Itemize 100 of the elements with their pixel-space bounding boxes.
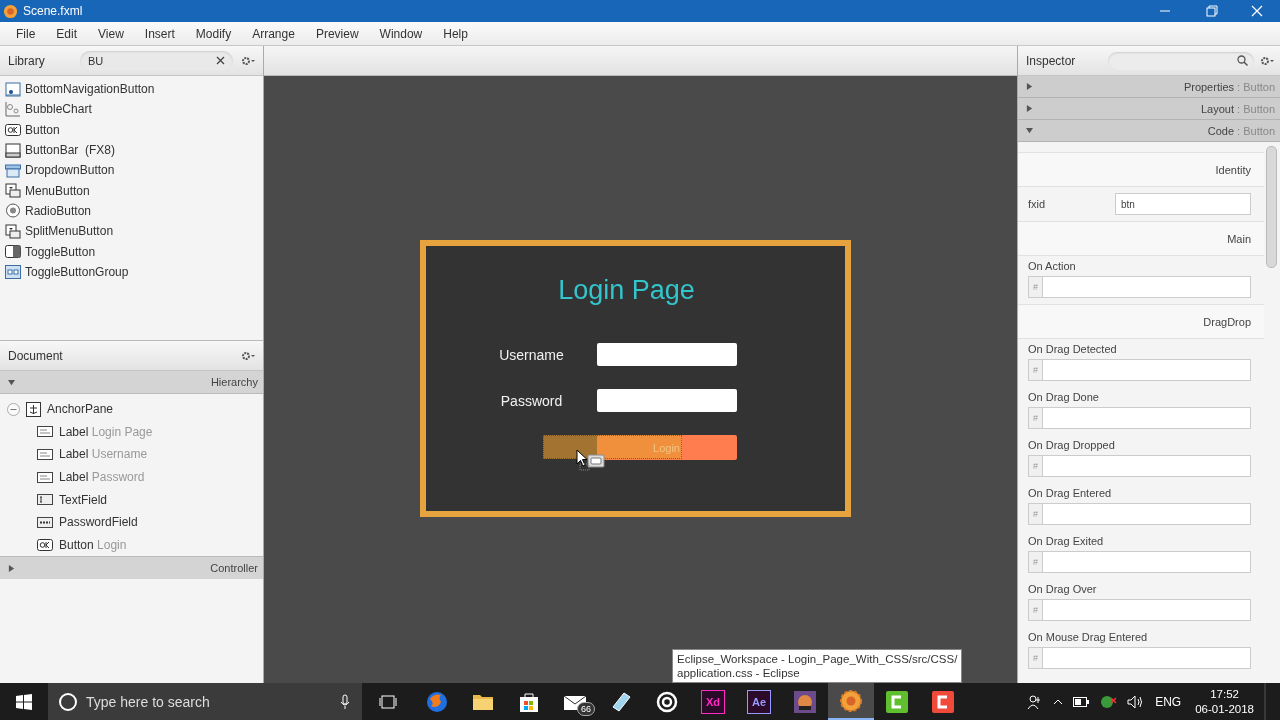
field-label: fxid <box>1028 198 1047 210</box>
hash-prefix: # <box>1029 360 1043 380</box>
menu-item[interactable]: File <box>6 26 46 41</box>
tree-item[interactable]: PasswordField <box>59 515 138 530</box>
settings-icon[interactable] <box>1260 55 1274 66</box>
clock-time[interactable]: 17:52 <box>1210 686 1239 702</box>
microphone-icon[interactable] <box>340 693 350 710</box>
input-field[interactable] <box>596 343 737 366</box>
notepad-icon[interactable] <box>610 690 632 713</box>
label-icon <box>37 449 53 460</box>
section-header: Main <box>1018 221 1264 256</box>
menu-button-icon <box>5 183 21 199</box>
section-bar[interactable]: Code : Button <box>1018 120 1280 142</box>
tooltip: Eclipse_Workspace - Login_Page_With_CSS/src/CSS/ application.css - Eclipse <box>672 649 963 683</box>
library-item[interactable]: DropdownButton <box>25 163 115 178</box>
count-badge: 66 <box>577 702 595 716</box>
panel-icon <box>5 142 21 158</box>
section-header: DragDrop <box>1018 304 1264 339</box>
collapse-icon[interactable] <box>7 402 20 416</box>
library-item[interactable]: ToggleButtonGroup <box>25 264 129 279</box>
section-bar[interactable]: Layout : Button <box>1018 98 1280 120</box>
menu-item[interactable]: Arrange <box>242 26 305 41</box>
tree-item[interactable]: Label Password <box>59 470 145 485</box>
library-item[interactable]: MenuButton <box>25 183 90 198</box>
search-icon[interactable] <box>1237 55 1248 66</box>
field-label: On Action <box>1028 260 1077 272</box>
drag-cursor-icon <box>575 449 606 471</box>
tree-item[interactable]: AnchorPane <box>47 402 114 417</box>
app-tile-icon[interactable]: Xd <box>701 689 725 714</box>
section-bar[interactable]: Hierarchy <box>0 371 263 394</box>
hash-prefix: # <box>1029 600 1043 620</box>
gear-logo-icon[interactable] <box>839 688 863 713</box>
hash-prefix: # <box>1029 456 1043 476</box>
field-label: Username <box>498 346 565 363</box>
menu-item[interactable]: Insert <box>134 26 185 41</box>
radio-icon <box>5 203 21 219</box>
library-item[interactable]: ToggleButton <box>25 244 96 259</box>
menu-item[interactable]: Help <box>433 26 478 41</box>
window-title: Scene.fxml <box>23 4 84 18</box>
task-view-icon[interactable] <box>379 693 397 710</box>
bag-icon[interactable] <box>519 690 539 713</box>
search-field[interactable] <box>1108 51 1254 70</box>
field-label: Password <box>499 392 564 409</box>
disclosure-arrow-icon[interactable] <box>8 564 15 572</box>
tree-item[interactable]: Button Login <box>59 537 127 552</box>
menu-item[interactable]: Preview <box>305 26 369 41</box>
settings-icon[interactable] <box>241 55 255 66</box>
library-item[interactable]: Button <box>25 122 60 137</box>
field-label: On Drag Exited <box>1028 535 1105 547</box>
text-field[interactable]: btn <box>1115 193 1251 215</box>
section-bar[interactable]: Properties : Button <box>1018 76 1280 98</box>
library-item[interactable]: BottomNavigationButton <box>25 82 155 97</box>
field-label: On Drag Detected <box>1028 343 1118 355</box>
taskbar-button[interactable] <box>828 683 874 720</box>
language-indicator[interactable]: ENG <box>1155 694 1182 709</box>
dropdown-icon <box>5 162 21 178</box>
section-bar[interactable]: Controller <box>0 556 263 580</box>
search-field[interactable]: Type here to search <box>48 683 362 720</box>
menu-item[interactable]: Modify <box>185 26 242 41</box>
hash-prefix: # <box>1029 408 1043 428</box>
field-label: On Drag Dropped <box>1028 439 1116 451</box>
app-tile-icon[interactable]: Ae <box>747 689 771 714</box>
clock-date[interactable]: 06-01-2018 <box>1195 701 1254 717</box>
password-field-icon <box>37 516 53 528</box>
chevron-up-icon[interactable] <box>1053 697 1064 706</box>
disclosure-arrow-icon[interactable] <box>8 378 15 386</box>
browser-icon[interactable] <box>426 690 448 713</box>
letter-c-icon[interactable] <box>885 689 909 714</box>
target-icon[interactable] <box>656 690 678 713</box>
label-icon <box>37 426 53 438</box>
settings-icon[interactable] <box>241 350 255 361</box>
toggle-icon <box>5 245 21 258</box>
menu-item[interactable]: View <box>88 26 134 41</box>
network-icon[interactable] <box>1099 693 1118 710</box>
hash-prefix: # <box>1029 277 1043 297</box>
tree-item[interactable]: TextField <box>59 492 108 507</box>
tree-item[interactable]: Label Username <box>59 447 148 462</box>
disclosure-arrow-icon[interactable] <box>1026 83 1033 90</box>
disclosure-arrow-icon[interactable] <box>1026 105 1033 112</box>
menu-item[interactable]: Edit <box>46 26 88 41</box>
menu-item[interactable]: Window <box>369 26 433 41</box>
input-field[interactable] <box>596 389 737 412</box>
scatter-icon <box>5 101 21 117</box>
button-icon <box>37 538 53 551</box>
game-icon[interactable] <box>793 689 817 714</box>
tree-item[interactable]: Label Login Page <box>59 424 153 439</box>
letter-c-icon[interactable] <box>931 689 955 714</box>
windows-start-icon[interactable] <box>16 693 32 710</box>
panel-title: Document <box>8 348 63 363</box>
search-icon[interactable] <box>58 691 78 712</box>
field-label: On Drag Over <box>1028 583 1098 595</box>
label-icon <box>37 471 53 483</box>
library-item[interactable]: RadioButton <box>25 203 92 218</box>
battery-icon[interactable] <box>1073 696 1090 707</box>
window-icon <box>5 81 21 97</box>
library-item[interactable]: SplitMenuButton <box>25 224 114 239</box>
clear-icon[interactable] <box>216 56 225 65</box>
disclosure-arrow-icon[interactable] <box>1026 127 1033 134</box>
library-item[interactable]: BubbleChart <box>25 102 92 117</box>
library-item[interactable]: ButtonBar (FX8) <box>25 143 116 158</box>
